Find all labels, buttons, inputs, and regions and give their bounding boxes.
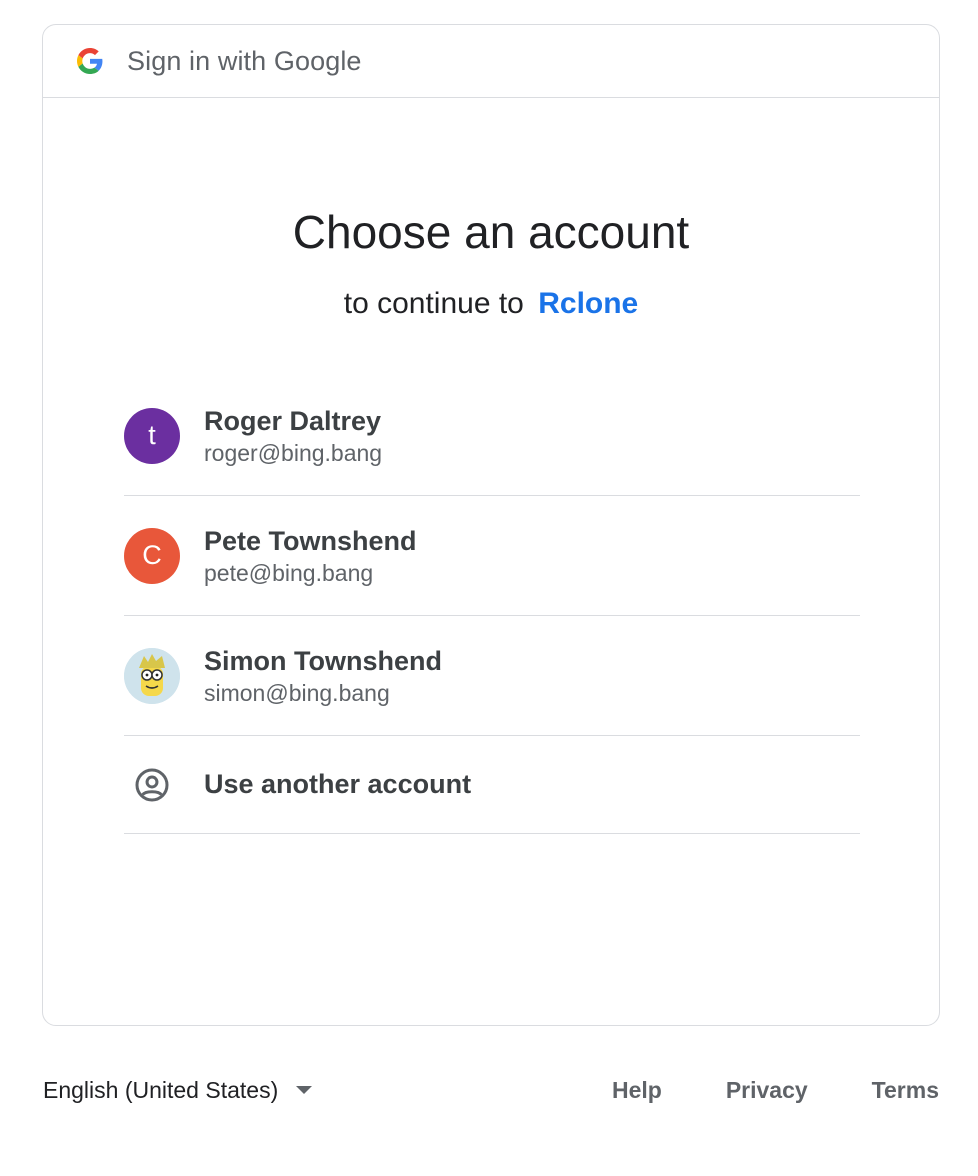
account-email: pete@bing.bang: [204, 559, 374, 586]
account-name: Roger Daltrey: [204, 405, 382, 436]
account-item-roger[interactable]: t Roger Daltrey roger@bing.bang: [124, 376, 860, 496]
avatar-initial: C: [142, 540, 162, 570]
google-g-icon: [77, 48, 103, 74]
avatar: t: [124, 407, 180, 464]
footer-links: Help Privacy Terms: [548, 1077, 939, 1104]
language-label: English (United States): [43, 1076, 279, 1103]
account-item-pete[interactable]: C Pete Townshend pete@bing.bang: [124, 496, 860, 616]
terms-link[interactable]: Terms: [872, 1077, 939, 1104]
account-name: Simon Townshend: [204, 645, 442, 676]
privacy-link[interactable]: Privacy: [726, 1077, 808, 1104]
header-title: Sign in with Google: [127, 45, 362, 76]
card-header: Sign in with Google: [43, 25, 939, 98]
subtitle-prefix: to continue to: [343, 287, 524, 320]
cartoon-face-icon: [124, 647, 180, 704]
use-another-account-label: Use another account: [204, 769, 472, 799]
footer: English (United States) Help Privacy Ter…: [43, 1072, 939, 1108]
account-item-simon[interactable]: Simon Townshend simon@bing.bang: [124, 616, 860, 736]
account-circle-icon: [124, 757, 180, 813]
account-email: simon@bing.bang: [204, 679, 390, 706]
language-selector[interactable]: English (United States): [43, 1076, 313, 1104]
sign-in-card: Sign in with Google Choose an account to…: [42, 24, 940, 1026]
avatar: C: [124, 527, 180, 584]
page-subtitle: to continue to Rclone: [43, 287, 939, 321]
page-title: Choose an account: [292, 206, 690, 258]
account-list: t Roger Daltrey roger@bing.bang C Pete T…: [124, 376, 860, 834]
use-another-account-button[interactable]: Use another account: [124, 736, 860, 834]
cartoon-avatar-icon: [124, 647, 180, 704]
app-name-link[interactable]: Rclone: [538, 287, 638, 320]
avatar-initial: t: [148, 420, 156, 450]
account-name: Pete Townshend: [204, 525, 417, 556]
help-link[interactable]: Help: [612, 1077, 662, 1104]
caret-down-icon: [296, 1086, 313, 1094]
account-email: roger@bing.bang: [204, 439, 383, 466]
